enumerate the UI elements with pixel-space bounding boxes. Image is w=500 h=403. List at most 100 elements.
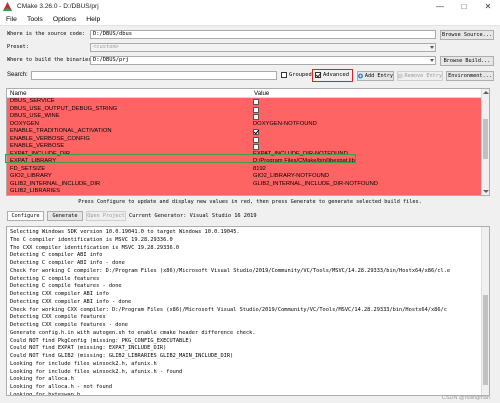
advanced-label: Advanced [323,72,349,78]
search-label: Search: [7,72,28,78]
remove-icon [398,73,403,79]
output-log[interactable]: Selecting Windows SDK version 10.0.19041… [6,226,490,396]
table-row[interactable]: GIO2_LIBRARY GIO2_LIBRARY-NOTFOUND [7,173,483,181]
row-value[interactable]: GIO2_LIBRARY-NOTFOUND [251,173,329,181]
value-checkbox[interactable] [253,99,259,105]
log-line: Check for working C compiler: D:/Program… [10,267,451,274]
row-name: ENABLE_VERBOSE [10,143,65,149]
log-line: Selecting Windows SDK version 10.0.19041… [10,229,240,235]
current-generator-label: Current Generator: Visual Studio 16 2019 [129,213,257,219]
environment-button[interactable]: Environment... [446,71,494,81]
watermark: CSDN @rollingman [441,395,490,401]
add-entry-button[interactable]: Add Entry [357,71,394,81]
row-value[interactable] [251,113,259,121]
cmake-logo-icon [3,2,12,11]
table-row[interactable]: DBUS_USE_WINE [7,113,483,121]
plus-icon [358,73,363,79]
scroll-down-icon[interactable] [483,190,489,193]
table-row[interactable]: ENABLE_TRADITIONAL_ACTIVATION [7,128,483,136]
window-title: CMake 3.26.0 - D:/DBUS/prj [17,3,99,10]
log-line: Check for working CXX compiler: D:/Progr… [10,306,447,313]
row-value[interactable]: 8192 [251,166,266,174]
output-scrollbar[interactable] [481,227,489,395]
table-row[interactable]: ENABLE_VERBOSE_CONFIG [7,135,483,144]
table-row[interactable]: ENABLE_VERBOSE [7,143,483,151]
row-value[interactable] [251,136,259,144]
remove-entry-button[interactable]: Remove Entry [397,71,443,81]
advanced-checkbox[interactable] [315,72,321,78]
log-line: Looking for byteswap.h [10,391,81,396]
preset-value: <custom> [93,44,119,50]
search-row: Search: [7,72,28,78]
source-row: Where is the source code: [7,31,85,37]
build-path-input[interactable]: D:/DBUS/prj [90,56,436,65]
table-row[interactable]: DBUS_SERVICE [7,98,483,106]
configure-button[interactable]: Configure [7,211,44,221]
log-line: The CXX compiler identification is MSVC … [10,244,180,251]
build-row: Where to build the binaries: [7,57,94,63]
menu-options[interactable]: Options [53,16,76,23]
build-label: Where to build the binaries: [7,57,95,63]
value-checkbox[interactable] [253,106,259,113]
log-line: Detecting CXX compiler ABI info [10,291,109,297]
scroll-up-icon[interactable] [483,91,489,94]
row-value[interactable]: GLIB2_INTERNAL_INCLUDE_DIR-NOTFOUND [251,181,378,189]
generate-button[interactable]: Generate [47,211,83,221]
grouped-toggle[interactable]: Grouped [281,72,312,78]
row-value[interactable]: D:/Program Files/CMake/bin/libexpat.lib [251,158,355,166]
log-line: Looking for include files winsock2.h, af… [10,360,157,367]
scroll-thumb[interactable] [483,119,488,159]
table-row[interactable]: EXPAT_INCLUDE_DIR EXPAT_INCLUDE_DIR-NOTFO… [7,150,483,159]
row-value[interactable] [251,188,253,195]
value-checkbox[interactable] [253,144,259,150]
column-name-header[interactable]: Name [7,89,251,97]
maximize-button[interactable]: □ [452,0,476,13]
row-value[interactable] [251,106,259,114]
table-scrollbar[interactable] [481,89,489,195]
log-line: Detecting CXX compiler ABI info - done [10,298,132,305]
advanced-toggle[interactable]: Advanced [315,72,349,78]
table-row[interactable]: DOXYGEN DOXYGEN-NOTFOUND [7,120,483,129]
row-value[interactable]: DOXYGEN-NOTFOUND [251,121,317,129]
browse-source-button[interactable]: Browse Source... [440,30,494,40]
row-value[interactable] [251,98,259,106]
row-name: EXPAT_LIBRARY [10,158,57,164]
browse-build-button[interactable]: Browse Build... [440,56,494,66]
row-value[interactable]: EXPAT_INCLUDE_DIR-NOTFOUND [251,151,348,159]
chevron-down-icon [430,59,434,62]
source-path-input[interactable]: D:/DBUS/dbus [90,30,436,39]
row-name: GLIB2_LIBRARIES [10,188,60,194]
open-project-button[interactable]: Open Project [86,211,126,221]
log-line: Looking for alloca.h [10,376,74,383]
minimize-button[interactable]: — [428,0,452,13]
row-name: EXPAT_INCLUDE_DIR [10,150,71,157]
close-button[interactable]: ✕ [476,0,500,13]
scroll-thumb[interactable] [483,295,488,385]
log-line: Detecting CXX compile features - done [10,322,128,328]
preset-select[interactable]: <custom> [90,43,436,52]
log-line: Detecting C compile features [10,275,100,282]
table-row[interactable]: GLIB2_INTERNAL_INCLUDE_DIR GLIB2_INTERNAL… [7,180,483,189]
preset-label: Preset: [7,44,29,50]
table-row[interactable]: EXPAT_LIBRARY D:/Program Files/CMake/bin/… [7,158,483,166]
build-path-value: D:/DBUS/prj [93,57,129,63]
log-line: Could NOT find GLIB2 (missing: GLIB2_LIB… [10,353,234,359]
remove-entry-label: Remove Entry [404,73,442,79]
table-row[interactable]: DBUS_USE_OUTPUT_DEBUG_STRING [7,105,483,114]
chevron-down-icon [430,46,434,49]
column-value-header[interactable]: Value [251,89,269,97]
menu-tools[interactable]: Tools [27,16,43,23]
value-checkbox[interactable] [253,114,259,120]
log-line: Could NOT find PkgConfig (missing: PKG_C… [10,337,192,344]
row-value[interactable] [251,143,259,151]
menu-help[interactable]: Help [86,16,100,23]
value-checkbox[interactable] [253,136,259,143]
table-row[interactable]: FD_SETSIZE 8192 [7,165,483,174]
search-input[interactable] [31,71,277,80]
value-checkbox[interactable] [253,129,259,135]
grouped-checkbox[interactable] [281,72,287,78]
menu-file[interactable]: File [6,16,17,23]
add-entry-label: Add Entry [364,73,393,79]
table-row[interactable]: GLIB2_LIBRARIES [7,188,483,195]
row-value[interactable] [251,128,259,136]
